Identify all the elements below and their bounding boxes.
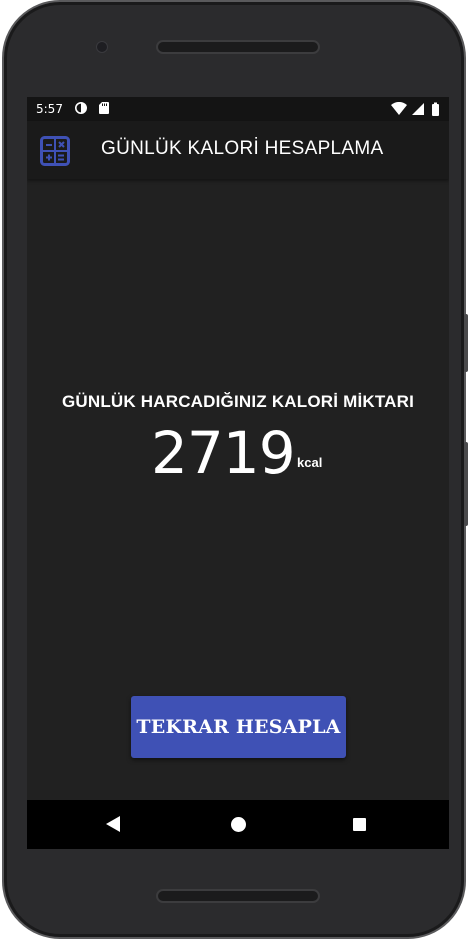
- home-icon[interactable]: [231, 817, 246, 832]
- status-right-icons: [391, 101, 443, 116]
- recents-icon[interactable]: [353, 818, 366, 831]
- result-label: GÜNLÜK HARCADIĞINIZ KALORİ MİKTARI: [61, 392, 415, 411]
- bottom-speaker: [156, 889, 320, 903]
- battery-icon: [432, 102, 439, 116]
- front-camera: [96, 41, 108, 53]
- back-icon[interactable]: [106, 816, 120, 832]
- calorie-value: 2719: [151, 419, 296, 487]
- app-bar: GÜNLÜK KALORİ HESAPLAMA: [27, 121, 449, 179]
- recalculate-button[interactable]: TEKRAR HESAPLA: [131, 696, 346, 758]
- wifi-icon: [391, 101, 407, 115]
- phone-frame: 5:57 GÜNLÜK KALORİ HESAPLAMA GÜNLÜK HARC…: [2, 0, 468, 939]
- data-saver-icon: [75, 102, 87, 114]
- signal-icon: [412, 103, 424, 115]
- navigation-bar: [27, 800, 449, 849]
- app-title: GÜNLÜK KALORİ HESAPLAMA: [101, 138, 384, 159]
- top-speaker: [156, 40, 320, 54]
- calculator-icon: [40, 136, 70, 166]
- status-bar: 5:57: [27, 97, 449, 121]
- sd-card-icon: [99, 102, 111, 114]
- volume-button: [464, 314, 468, 372]
- status-time: 5:57: [36, 102, 63, 116]
- calorie-unit: kcal: [297, 455, 323, 470]
- power-button: [464, 442, 468, 526]
- device-screen: 5:57 GÜNLÜK KALORİ HESAPLAMA GÜNLÜK HARC…: [27, 97, 449, 849]
